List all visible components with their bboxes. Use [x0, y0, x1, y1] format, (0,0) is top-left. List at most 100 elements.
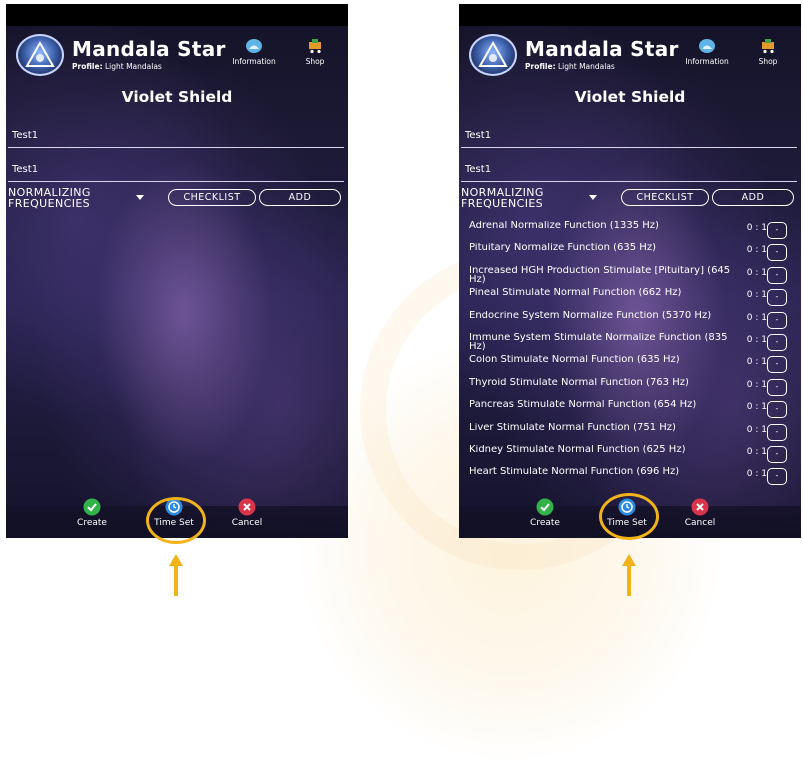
frequency-row[interactable]: Thyroid Stimulate Normal Function (763 H…	[459, 377, 801, 399]
app-title: Mandala Star	[72, 37, 226, 61]
cancel-label: Cancel	[684, 518, 716, 528]
category-dropdown[interactable]: NORMALIZING FREQUENCIES	[461, 187, 569, 209]
check-icon	[536, 498, 554, 516]
close-icon	[238, 498, 256, 516]
arrow-up-icon	[169, 554, 183, 596]
frequency-select-button[interactable]: -	[767, 378, 787, 396]
description-field[interactable]: Test1	[461, 162, 797, 182]
frequency-ratio: 0 : 1	[746, 402, 767, 413]
checklist-button[interactable]: CHECKLIST	[168, 189, 256, 206]
frequency-select-button[interactable]: -	[767, 311, 787, 329]
close-icon	[691, 498, 709, 516]
page-title: Violet Shield	[121, 88, 233, 106]
frequency-select-button[interactable]: -	[767, 333, 787, 351]
frequency-controls: NORMALIZING FREQUENCIES CHECKLIST ADD	[6, 187, 348, 209]
frequency-ratio: 0 : 1	[746, 312, 767, 323]
information-button[interactable]: Information	[232, 38, 276, 66]
profile-line: Profile: Light Mandalas	[72, 62, 162, 71]
frequency-ratio: 0 : 1	[746, 357, 767, 368]
check-icon	[83, 498, 101, 516]
profile-line: Profile: Light Mandalas	[525, 62, 615, 71]
frequency-name: Colon Stimulate Normal Function (635 Hz)	[469, 355, 680, 366]
frequency-row[interactable]: Increased HGH Production Stimulate [Pitu…	[459, 265, 801, 287]
frequency-select-button[interactable]: -	[767, 222, 787, 239]
shopping-cart-icon	[762, 39, 774, 54]
frequency-row[interactable]: Heart Stimulate Normal Function (696 Hz)…	[459, 466, 801, 488]
profile-value: Light Mandalas	[104, 62, 162, 71]
frequency-name: Liver Stimulate Normal Function (751 Hz)	[469, 422, 676, 433]
frequency-name: Pituitary Normalize Function (635 Hz)	[469, 243, 656, 254]
frequency-select-button[interactable]: -	[767, 289, 787, 307]
frequency-list: Adrenal Normalize Function (1335 Hz) 0 : …	[459, 220, 801, 489]
cancel-button[interactable]: Cancel	[221, 498, 273, 528]
frequency-row[interactable]: Liver Stimulate Normal Function (751 Hz)…	[459, 422, 801, 444]
frequency-row[interactable]: Pineal Stimulate Normal Function (662 Hz…	[459, 287, 801, 309]
information-button[interactable]: Information	[685, 38, 729, 66]
frequency-name: Heart Stimulate Normal Function (696 Hz)	[469, 467, 680, 478]
create-button[interactable]: Create	[519, 498, 571, 528]
frequency-ratio: 0 : 1	[746, 245, 767, 256]
frequency-select-button[interactable]: -	[767, 266, 787, 284]
frequency-name: Kidney Stimulate Normal Function (625 Hz…	[469, 444, 686, 455]
create-button[interactable]: Create	[66, 498, 118, 528]
time-set-highlight-circle-right	[599, 493, 659, 540]
profile-label: Profile:	[72, 62, 103, 71]
frequency-name: Immune System Stimulate Normalize Functi…	[469, 332, 728, 353]
add-button[interactable]: ADD	[259, 189, 341, 206]
information-icon	[699, 39, 715, 53]
status-bar	[459, 4, 801, 26]
name-field[interactable]: Test1	[8, 128, 344, 148]
cancel-button[interactable]: Cancel	[674, 498, 726, 528]
frequency-ratio: 0 : 1	[746, 334, 767, 345]
shopping-cart-icon	[309, 39, 321, 54]
frequency-row[interactable]: Colon Stimulate Normal Function (635 Hz)…	[459, 354, 801, 376]
profile-value: Light Mandalas	[557, 62, 615, 71]
chevron-down-icon[interactable]	[589, 195, 597, 200]
frequency-ratio: 0 : 1	[746, 290, 767, 301]
frequency-select-button[interactable]: -	[767, 423, 787, 441]
name-field[interactable]: Test1	[461, 128, 797, 148]
frequency-select-button[interactable]: -	[767, 244, 787, 262]
frequency-ratio: 0 : 1	[746, 223, 767, 233]
time-set-highlight-circle-left	[146, 497, 206, 544]
frequency-name: Pancreas Stimulate Normal Function (654 …	[469, 400, 697, 411]
frequency-row[interactable]: Pancreas Stimulate Normal Function (654 …	[459, 399, 801, 421]
shop-label: Shop	[305, 57, 325, 66]
description-field[interactable]: Test1	[8, 162, 344, 182]
category-dropdown[interactable]: NORMALIZING FREQUENCIES	[8, 187, 116, 209]
frequency-select-button[interactable]: -	[767, 445, 787, 463]
frequency-name: Endocrine System Normalize Function (537…	[469, 310, 712, 321]
frequency-row[interactable]: Pituitary Normalize Function (635 Hz) 0 :…	[459, 242, 801, 264]
frequency-row[interactable]: Immune System Stimulate Normalize Functi…	[459, 332, 801, 354]
mandala-star-logo-icon	[469, 34, 517, 76]
shop-button[interactable]: Shop	[752, 38, 784, 66]
frequency-name: Adrenal Normalize Function (1335 Hz)	[469, 221, 659, 231]
status-bar	[6, 4, 348, 26]
frequency-row[interactable]: Endocrine System Normalize Function (537…	[459, 310, 801, 332]
frequency-select-button[interactable]: -	[767, 356, 787, 374]
frequency-select-button[interactable]: -	[767, 468, 787, 486]
frequency-name: Thyroid Stimulate Normal Function (763 H…	[469, 377, 689, 388]
app-title: Mandala Star	[525, 37, 679, 61]
page-title: Violet Shield	[574, 88, 686, 106]
shop-button[interactable]: Shop	[299, 38, 331, 66]
checklist-button[interactable]: CHECKLIST	[621, 189, 709, 206]
mandala-star-logo-icon	[16, 34, 64, 76]
frequency-row[interactable]: Adrenal Normalize Function (1335 Hz) 0 : …	[459, 220, 801, 242]
cancel-label: Cancel	[231, 518, 263, 528]
information-icon	[246, 39, 262, 53]
create-label: Create	[77, 518, 107, 528]
frequency-select-button[interactable]: -	[767, 401, 787, 419]
frequency-ratio: 0 : 1	[746, 379, 767, 390]
profile-label: Profile:	[525, 62, 556, 71]
arrow-up-icon	[622, 554, 636, 596]
phone-screen-left: Mandala Star Profile: Light Mandalas Inf…	[6, 4, 348, 538]
frequency-ratio: 0 : 1	[746, 267, 767, 278]
frequency-controls: NORMALIZING FREQUENCIES CHECKLIST ADD	[459, 187, 801, 209]
chevron-down-icon[interactable]	[136, 195, 144, 200]
information-label: Information	[685, 57, 729, 66]
shop-label: Shop	[758, 57, 778, 66]
frequency-ratio: 0 : 1	[746, 424, 767, 435]
frequency-row[interactable]: Kidney Stimulate Normal Function (625 Hz…	[459, 444, 801, 466]
add-button[interactable]: ADD	[712, 189, 794, 206]
